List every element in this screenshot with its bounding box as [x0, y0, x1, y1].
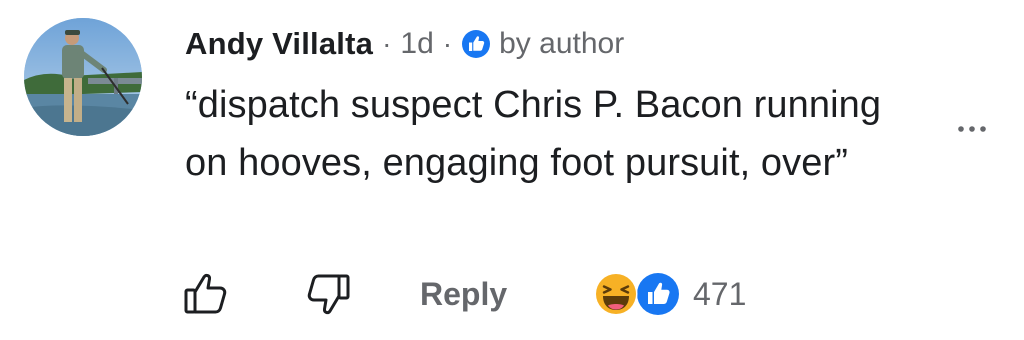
comment-header: Andy Villalta · 1d · by author: [185, 22, 624, 66]
timestamp[interactable]: 1d: [400, 27, 433, 61]
thumbs-up-outline-icon: [184, 273, 227, 314]
reactions-summary[interactable]: 471: [593, 264, 746, 324]
avatar-photo: [24, 18, 142, 136]
dislike-button[interactable]: [298, 264, 354, 324]
author-like-badge-icon: [462, 30, 491, 58]
author-badge: by author: [461, 27, 624, 61]
avatar[interactable]: [24, 18, 142, 136]
comment-actions: Reply 471: [180, 264, 800, 324]
haha-reaction-icon: [594, 272, 638, 316]
comment: Andy Villalta · 1d · by author “dispatch…: [0, 0, 1024, 340]
author-badge-label: by author: [499, 27, 625, 60]
separator-dot: ·: [382, 28, 392, 59]
more-options-button[interactable]: [950, 112, 994, 142]
author-name[interactable]: Andy Villalta: [185, 26, 373, 62]
reply-button[interactable]: Reply: [420, 264, 507, 324]
reaction-count: 471: [693, 275, 747, 312]
more-horizontal-icon: [958, 126, 986, 132]
like-button[interactable]: [180, 264, 236, 324]
thumbs-down-outline-icon: [307, 274, 350, 315]
comment-text: “dispatch suspect Chris P. Bacon running…: [185, 84, 882, 184]
reaction-icons: [593, 269, 685, 319]
separator-dot: ·: [442, 28, 453, 59]
